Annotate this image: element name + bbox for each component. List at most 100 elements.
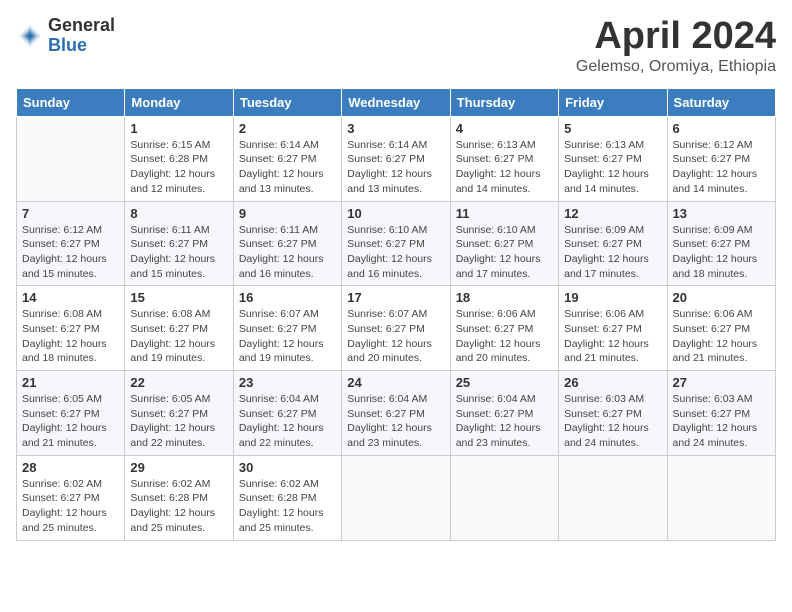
- day-info: Sunrise: 6:10 AM Sunset: 6:27 PM Dayligh…: [347, 223, 444, 282]
- day-info: Sunrise: 6:02 AM Sunset: 6:27 PM Dayligh…: [22, 477, 119, 536]
- day-info: Sunrise: 6:08 AM Sunset: 6:27 PM Dayligh…: [130, 307, 227, 366]
- day-number: 16: [239, 290, 336, 305]
- calendar-cell: 12 Sunrise: 6:09 AM Sunset: 6:27 PM Dayli…: [559, 201, 667, 286]
- day-info: Sunrise: 6:14 AM Sunset: 6:27 PM Dayligh…: [347, 138, 444, 197]
- week-row-2: 7Sunrise: 6:12 AM Sunset: 6:27 PM Daylig…: [17, 201, 776, 286]
- calendar-table: SundayMondayTuesdayWednesdayThursdayFrid…: [16, 88, 776, 541]
- calendar-cell: 26 Sunrise: 6:03 AM Sunset: 6:27 PM Dayli…: [559, 371, 667, 456]
- day-number: 15: [130, 290, 227, 305]
- day-number: 22: [130, 375, 227, 390]
- calendar-cell: 2Sunrise: 6:14 AM Sunset: 6:27 PM Daylig…: [233, 116, 341, 201]
- weekday-header-wednesday: Wednesday: [342, 88, 450, 116]
- day-info: Sunrise: 6:10 AM Sunset: 6:27 PM Dayligh…: [456, 223, 553, 282]
- calendar-cell: 9 Sunrise: 6:11 AM Sunset: 6:27 PM Daylig…: [233, 201, 341, 286]
- calendar-cell: 18 Sunrise: 6:06 AM Sunset: 6:27 PM Dayli…: [450, 286, 558, 371]
- week-row-1: 1Sunrise: 6:15 AM Sunset: 6:28 PM Daylig…: [17, 116, 776, 201]
- calendar-cell: 4 Sunrise: 6:13 AM Sunset: 6:27 PM Daylig…: [450, 116, 558, 201]
- calendar-cell: 14 Sunrise: 6:08 AM Sunset: 6:27 PM Dayli…: [17, 286, 125, 371]
- calendar-cell: 3 Sunrise: 6:14 AM Sunset: 6:27 PM Daylig…: [342, 116, 450, 201]
- title-block: April 2024 Gelemso, Oromiya, Ethiopia: [576, 16, 776, 76]
- calendar-cell: 25 Sunrise: 6:04 AM Sunset: 6:27 PM Dayli…: [450, 371, 558, 456]
- day-number: 12: [564, 206, 661, 221]
- day-info: Sunrise: 6:05 AM Sunset: 6:27 PM Dayligh…: [22, 392, 119, 451]
- week-row-3: 14 Sunrise: 6:08 AM Sunset: 6:27 PM Dayli…: [17, 286, 776, 371]
- day-number: 18: [456, 290, 553, 305]
- day-info: Sunrise: 6:11 AM Sunset: 6:27 PM Dayligh…: [130, 223, 227, 282]
- day-info: Sunrise: 6:11 AM Sunset: 6:27 PM Dayligh…: [239, 223, 336, 282]
- day-number: 4: [456, 121, 553, 136]
- day-info: Sunrise: 6:07 AM Sunset: 6:27 PM Dayligh…: [239, 307, 336, 366]
- day-number: 13: [673, 206, 770, 221]
- day-number: 23: [239, 375, 336, 390]
- day-number: 7: [22, 206, 119, 221]
- calendar-header: SundayMondayTuesdayWednesdayThursdayFrid…: [17, 88, 776, 116]
- calendar-cell: 10 Sunrise: 6:10 AM Sunset: 6:27 PM Dayli…: [342, 201, 450, 286]
- day-info: Sunrise: 6:14 AM Sunset: 6:27 PM Dayligh…: [239, 138, 336, 197]
- calendar-cell: 15 Sunrise: 6:08 AM Sunset: 6:27 PM Dayli…: [125, 286, 233, 371]
- day-info: Sunrise: 6:03 AM Sunset: 6:27 PM Dayligh…: [564, 392, 661, 451]
- week-row-5: 28 Sunrise: 6:02 AM Sunset: 6:27 PM Dayli…: [17, 455, 776, 540]
- day-info: Sunrise: 6:04 AM Sunset: 6:27 PM Dayligh…: [347, 392, 444, 451]
- day-number: 20: [673, 290, 770, 305]
- calendar-cell: 6 Sunrise: 6:12 AM Sunset: 6:27 PM Daylig…: [667, 116, 775, 201]
- location-title: Gelemso, Oromiya, Ethiopia: [576, 58, 776, 76]
- day-info: Sunrise: 6:04 AM Sunset: 6:27 PM Dayligh…: [456, 392, 553, 451]
- day-info: Sunrise: 6:08 AM Sunset: 6:27 PM Dayligh…: [22, 307, 119, 366]
- day-info: Sunrise: 6:05 AM Sunset: 6:27 PM Dayligh…: [130, 392, 227, 451]
- logo-general-text: General: [48, 16, 115, 36]
- day-info: Sunrise: 6:12 AM Sunset: 6:27 PM Dayligh…: [673, 138, 770, 197]
- page-header: General Blue April 2024 Gelemso, Oromiya…: [16, 16, 776, 76]
- calendar-cell: [450, 455, 558, 540]
- day-number: 10: [347, 206, 444, 221]
- day-number: 28: [22, 460, 119, 475]
- logo-blue-text: Blue: [48, 36, 115, 56]
- day-number: 25: [456, 375, 553, 390]
- calendar-cell: 17 Sunrise: 6:07 AM Sunset: 6:27 PM Dayli…: [342, 286, 450, 371]
- day-info: Sunrise: 6:06 AM Sunset: 6:27 PM Dayligh…: [673, 307, 770, 366]
- day-number: 6: [673, 121, 770, 136]
- calendar-cell: [17, 116, 125, 201]
- day-info: Sunrise: 6:07 AM Sunset: 6:27 PM Dayligh…: [347, 307, 444, 366]
- weekday-header-tuesday: Tuesday: [233, 88, 341, 116]
- weekday-header-sunday: Sunday: [17, 88, 125, 116]
- day-info: Sunrise: 6:06 AM Sunset: 6:27 PM Dayligh…: [456, 307, 553, 366]
- day-info: Sunrise: 6:13 AM Sunset: 6:27 PM Dayligh…: [564, 138, 661, 197]
- week-row-4: 21 Sunrise: 6:05 AM Sunset: 6:27 PM Dayli…: [17, 371, 776, 456]
- day-number: 24: [347, 375, 444, 390]
- calendar-cell: 7Sunrise: 6:12 AM Sunset: 6:27 PM Daylig…: [17, 201, 125, 286]
- logo: General Blue: [16, 16, 115, 56]
- day-number: 1: [130, 121, 227, 136]
- day-info: Sunrise: 6:09 AM Sunset: 6:27 PM Dayligh…: [564, 223, 661, 282]
- day-number: 26: [564, 375, 661, 390]
- day-number: 27: [673, 375, 770, 390]
- weekday-header-monday: Monday: [125, 88, 233, 116]
- calendar-cell: 13Sunrise: 6:09 AM Sunset: 6:27 PM Dayli…: [667, 201, 775, 286]
- day-number: 11: [456, 206, 553, 221]
- weekday-header-thursday: Thursday: [450, 88, 558, 116]
- calendar-cell: 29Sunrise: 6:02 AM Sunset: 6:28 PM Dayli…: [125, 455, 233, 540]
- calendar-cell: 8 Sunrise: 6:11 AM Sunset: 6:27 PM Daylig…: [125, 201, 233, 286]
- day-number: 3: [347, 121, 444, 136]
- logo-icon: [16, 22, 44, 50]
- calendar-cell: 22 Sunrise: 6:05 AM Sunset: 6:27 PM Dayli…: [125, 371, 233, 456]
- calendar-cell: [559, 455, 667, 540]
- day-number: 14: [22, 290, 119, 305]
- month-title: April 2024: [576, 16, 776, 58]
- day-number: 9: [239, 206, 336, 221]
- calendar-cell: 23 Sunrise: 6:04 AM Sunset: 6:27 PM Dayli…: [233, 371, 341, 456]
- day-number: 21: [22, 375, 119, 390]
- day-number: 19: [564, 290, 661, 305]
- calendar-cell: [667, 455, 775, 540]
- logo-text: General Blue: [48, 16, 115, 56]
- day-info: Sunrise: 6:04 AM Sunset: 6:27 PM Dayligh…: [239, 392, 336, 451]
- day-number: 8: [130, 206, 227, 221]
- day-number: 30: [239, 460, 336, 475]
- calendar-body: 1Sunrise: 6:15 AM Sunset: 6:28 PM Daylig…: [17, 116, 776, 540]
- calendar-cell: 1Sunrise: 6:15 AM Sunset: 6:28 PM Daylig…: [125, 116, 233, 201]
- day-info: Sunrise: 6:03 AM Sunset: 6:27 PM Dayligh…: [673, 392, 770, 451]
- day-info: Sunrise: 6:02 AM Sunset: 6:28 PM Dayligh…: [239, 477, 336, 536]
- calendar-cell: [342, 455, 450, 540]
- calendar-cell: 20 Sunrise: 6:06 AM Sunset: 6:27 PM Dayli…: [667, 286, 775, 371]
- day-info: Sunrise: 6:13 AM Sunset: 6:27 PM Dayligh…: [456, 138, 553, 197]
- day-number: 17: [347, 290, 444, 305]
